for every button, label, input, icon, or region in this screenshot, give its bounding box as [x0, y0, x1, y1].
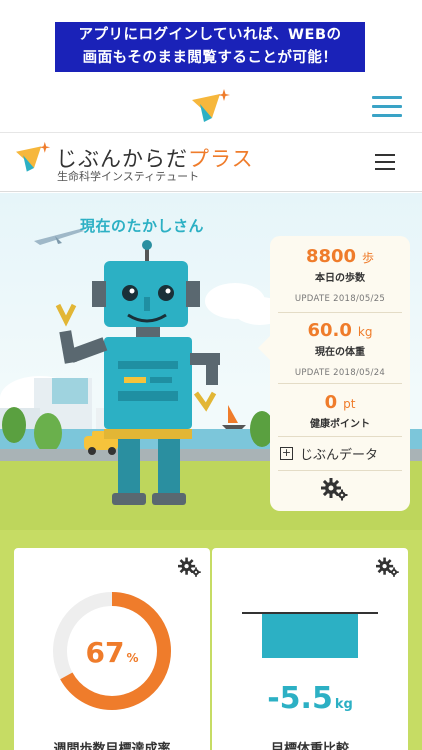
weight-goal-title: 目標体重比較 — [270, 742, 349, 750]
divider — [278, 312, 402, 313]
divider — [278, 436, 402, 437]
steps-label: 本日の歩数 — [315, 273, 365, 284]
promo-banner-line2: 画面もそのまま閲覧することが可能！ — [82, 50, 338, 66]
divider — [278, 470, 402, 471]
jibun-data-link[interactable]: + じぶんデータ — [280, 444, 378, 463]
weight-goal-card[interactable]: -5.5 kg 目標体重比較 — [212, 548, 408, 750]
steps-value: 8800 — [305, 246, 357, 267]
site-header: じぶんからだプラス 生命科学インスティテュート — [0, 132, 422, 192]
steps-goal-percent: 67% — [14, 636, 210, 669]
weight-stat[interactable]: 60.0 kg 現在の体重 UPDATE 2018/05/24 — [270, 320, 410, 378]
site-menu-icon[interactable] — [375, 154, 395, 175]
promo-banner-line1: アプリにログインしていれば、WEBの — [78, 27, 342, 43]
brand-subtitle: 生命科学インスティテュート — [57, 170, 200, 183]
weight-goal-value: -5.5 — [267, 681, 333, 716]
stats-panel: 8800 歩 本日の歩数 UPDATE 2018/05/25 60.0 kg 現在の… — [258, 236, 410, 511]
steps-goal-card[interactable]: 67% 週間歩数目標達成率 — [14, 548, 210, 750]
divider — [278, 383, 402, 384]
weight-diff-bar — [242, 612, 378, 658]
promo-banner: アプリにログインしていれば、WEBの 画面もそのまま閲覧することが可能！ — [55, 22, 365, 72]
sailboat-icon — [222, 405, 246, 429]
hero-scene: 現在のたかしさん 8800 歩 本日の歩数 UPDATE 2018/05/25 6… — [0, 193, 422, 530]
brand-logo-icon[interactable] — [14, 141, 54, 177]
steps-goal-title: 週間歩数目標達成率 — [53, 742, 171, 750]
weight-value: 60.0 — [307, 320, 352, 341]
points-stat[interactable]: 0 pt 健康ポイント — [270, 392, 410, 430]
menu-icon[interactable] — [372, 96, 402, 117]
weight-diff-fill — [262, 614, 358, 658]
airplane-icon — [34, 229, 84, 245]
points-unit: pt — [343, 397, 356, 411]
steps-goal-value: 67 — [85, 636, 125, 669]
steps-update: UPDATE 2018/05/25 — [294, 294, 386, 304]
app-logo-icon[interactable] — [190, 88, 234, 128]
steps-stat[interactable]: 8800 歩 本日の歩数 UPDATE 2018/05/25 — [270, 246, 410, 304]
steps-goal-unit: % — [126, 651, 139, 665]
app-top-bar — [0, 80, 422, 132]
hero-title: 現在のたかしさん — [80, 217, 205, 235]
weight-goal-unit: kg — [334, 697, 353, 712]
points-label: 健康ポイント — [310, 419, 370, 430]
jibun-data-label: じぶんデータ — [300, 448, 379, 463]
weight-label: 現在の体重 — [315, 347, 365, 358]
weight-goal-diff: -5.5 kg — [212, 681, 408, 716]
steps-unit: 歩 — [362, 251, 375, 265]
goal-cards-area: 67% 週間歩数目標達成率 -5.5 kg 目標体重比較 — [0, 530, 422, 750]
plus-box-icon: + — [280, 446, 293, 460]
weight-unit: kg — [357, 325, 373, 339]
weight-update: UPDATE 2018/05/24 — [294, 368, 386, 378]
settings-gear-icon[interactable] — [321, 477, 349, 501]
points-value: 0 — [324, 392, 338, 413]
